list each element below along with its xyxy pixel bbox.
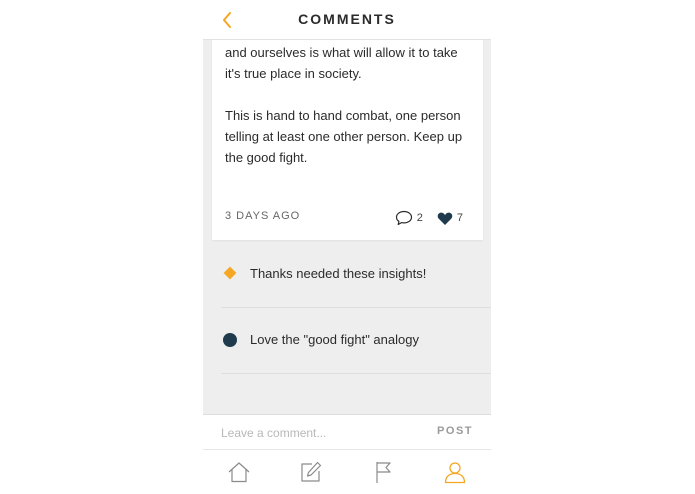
speech-bubble-icon xyxy=(395,210,412,226)
tab-compose[interactable] xyxy=(275,450,347,494)
tab-flag[interactable] xyxy=(347,450,419,494)
post-stats: 2 7 xyxy=(381,210,463,226)
diamond-marker-icon xyxy=(223,266,237,280)
pencil-square-icon xyxy=(301,461,322,482)
comment-input[interactable] xyxy=(221,424,421,442)
tab-profile[interactable] xyxy=(419,450,491,494)
like-button[interactable]: 7 xyxy=(437,211,463,226)
comment-item: Love the "good fight" analogy xyxy=(221,308,491,374)
user-icon xyxy=(444,462,466,484)
comment-text: Thanks needed these insights! xyxy=(250,266,427,281)
flag-icon xyxy=(376,462,391,483)
circle-marker-icon xyxy=(223,333,237,347)
app-screen: COMMENTS and ourselves is what will allo… xyxy=(203,0,491,494)
tab-home[interactable] xyxy=(203,450,275,494)
header-bar: COMMENTS xyxy=(203,0,491,40)
heart-icon xyxy=(437,212,453,225)
comments-scroll-area[interactable]: and ourselves is what will allow it to t… xyxy=(203,40,491,414)
post-timestamp: 3 DAYS AGO xyxy=(225,210,301,222)
comment-count-button[interactable]: 2 xyxy=(395,210,423,226)
page-title: COMMENTS xyxy=(298,11,396,27)
tab-bar xyxy=(203,450,491,494)
post-body: and ourselves is what will allow it to t… xyxy=(225,42,475,168)
post-paragraph: and ourselves is what will allow it to t… xyxy=(225,45,458,81)
comment-count: 2 xyxy=(416,212,423,224)
like-count: 7 xyxy=(456,212,463,224)
home-icon xyxy=(228,462,250,483)
comment-composer: POST xyxy=(203,414,491,450)
post-card: and ourselves is what will allow it to t… xyxy=(212,40,483,240)
comment-item: Thanks needed these insights! xyxy=(221,242,491,308)
post-button[interactable]: POST xyxy=(437,425,473,437)
post-paragraph: This is hand to hand combat, one person … xyxy=(225,108,463,165)
comment-text: Love the "good fight" analogy xyxy=(250,332,419,347)
